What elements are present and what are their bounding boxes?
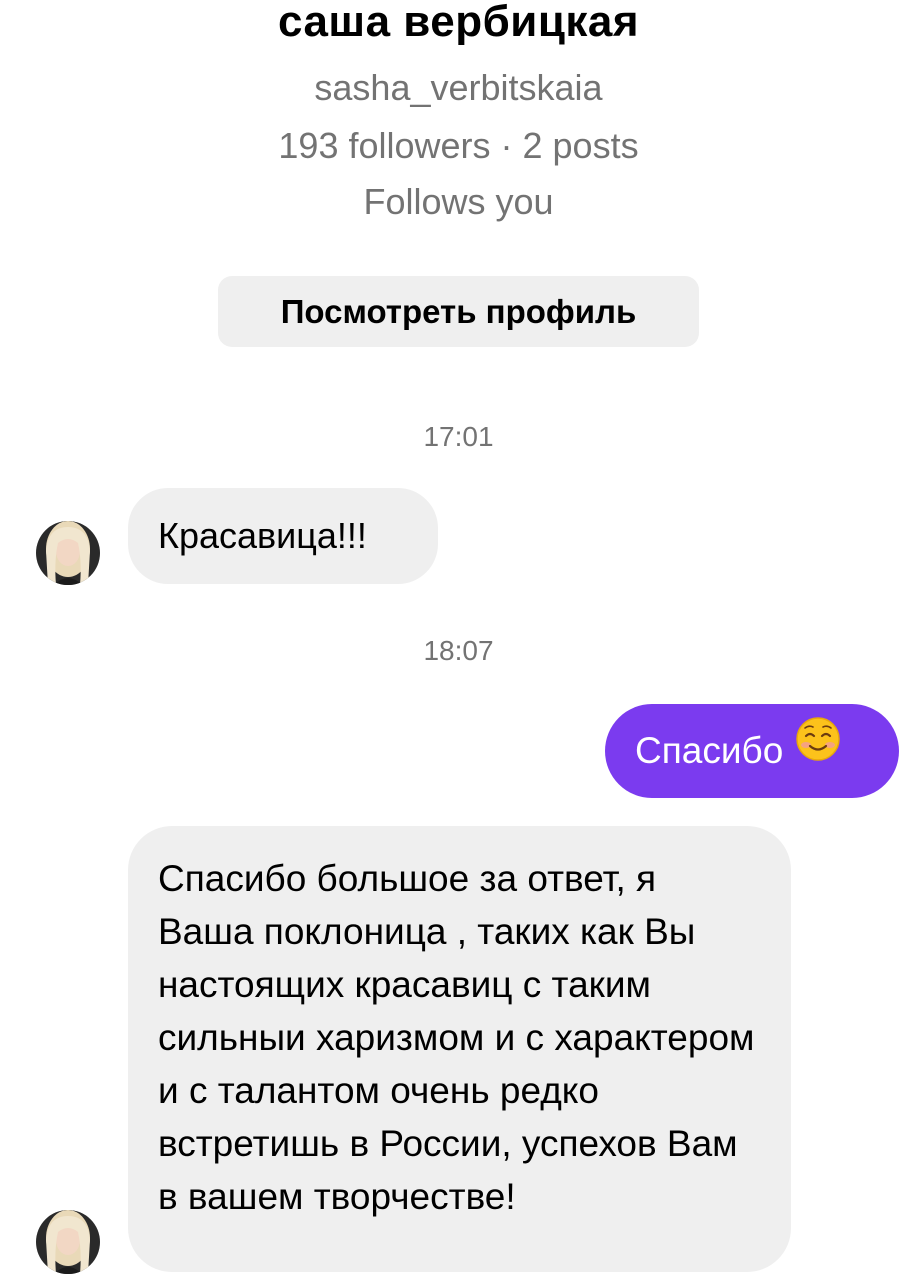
outgoing-message-text: Спасибо <box>635 730 784 771</box>
avatar[interactable] <box>36 521 100 585</box>
outgoing-message[interactable]: Спасибо <box>605 704 899 798</box>
incoming-message[interactable]: Красавица!!! <box>128 488 438 584</box>
incoming-message[interactable]: Спасибо большое за ответ, я Ваша поклони… <box>128 826 791 1272</box>
profile-username: sasha_verbitskaia <box>314 67 603 108</box>
follows-you-label: Follows you <box>363 181 554 222</box>
message-timestamp: 18:07 <box>423 635 494 666</box>
message-timestamp: 17:01 <box>423 421 494 452</box>
avatar[interactable] <box>36 1210 100 1274</box>
view-profile-button[interactable]: Посмотреть профиль <box>218 276 699 347</box>
profile-stats: 193 followers · 2 posts <box>278 125 639 166</box>
smiling-face-icon <box>795 703 841 797</box>
profile-name: саша вербицкая <box>277 0 640 46</box>
